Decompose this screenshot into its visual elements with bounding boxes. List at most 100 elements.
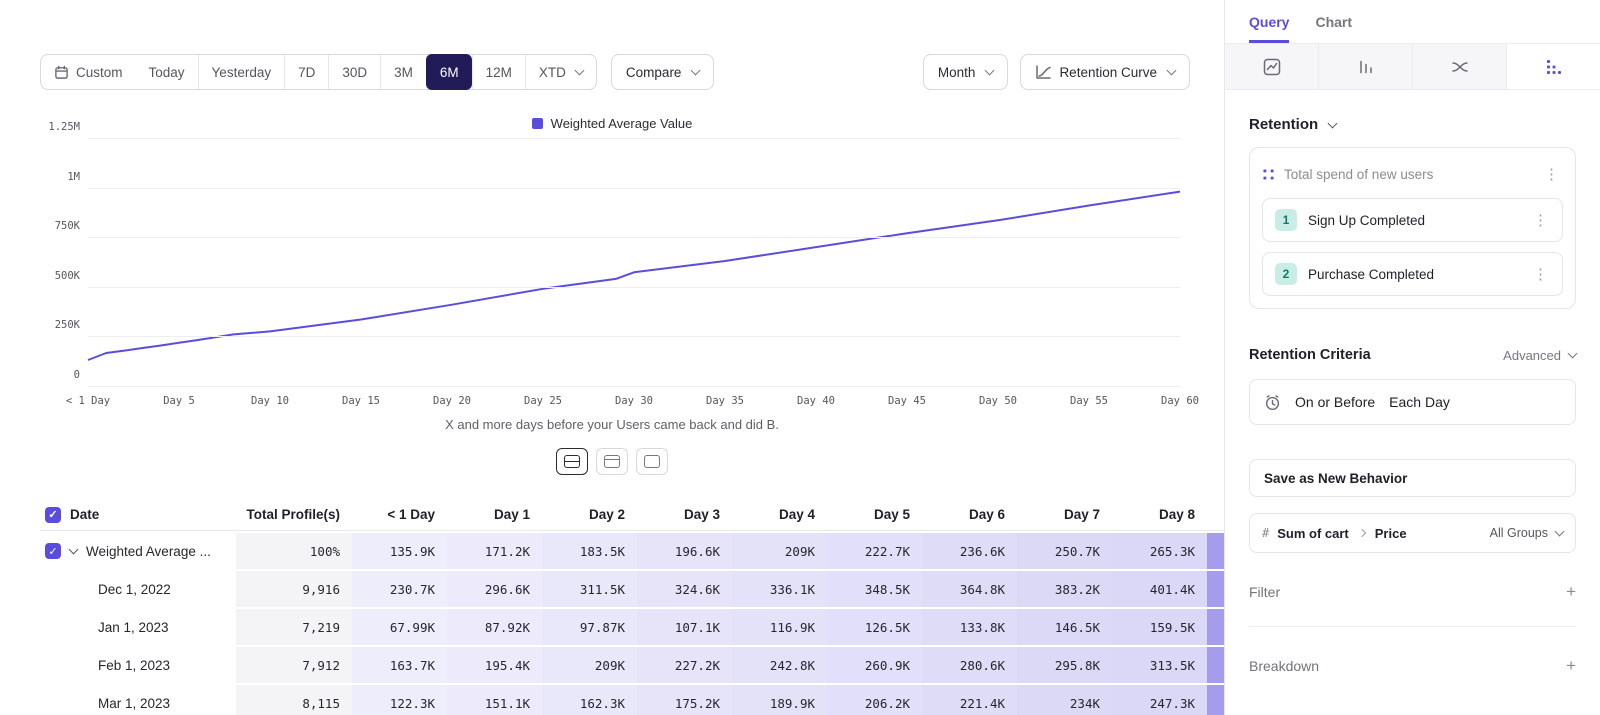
retention-value-cell: 313.5K <box>1112 647 1207 683</box>
funnels-icon <box>1357 58 1375 76</box>
retention-value-cell: 260.9K <box>827 647 922 683</box>
range-xtd[interactable]: XTD <box>525 55 596 89</box>
column-header[interactable]: Day 1 <box>447 499 542 531</box>
chevron-down-icon <box>1555 527 1565 537</box>
total-profiles-cell: 8,115 <box>236 685 352 715</box>
range-7d[interactable]: 7D <box>284 55 328 89</box>
retention-value-cell: 162.3K <box>542 685 637 715</box>
split-view-button[interactable] <box>556 448 588 475</box>
insights-icon <box>1263 58 1281 76</box>
save-as-new-behavior-button[interactable]: Save as New Behavior <box>1249 459 1576 497</box>
range-12m[interactable]: 12M <box>472 55 525 89</box>
calendar-icon <box>54 65 69 80</box>
column-header[interactable]: < 1 Day <box>352 499 447 531</box>
compare-button[interactable]: Compare <box>611 54 715 90</box>
retention-value-cell: 97.87K <box>542 609 637 645</box>
column-header[interactable]: Day 5 <box>827 499 922 531</box>
chart-legend: Weighted Average Value <box>0 116 1224 131</box>
behavior-step[interactable]: 1Sign Up Completed⋮ <box>1262 198 1563 242</box>
chart-view-dropdown[interactable]: Retention Curve <box>1020 54 1190 90</box>
chart-plot-area: 0250K500K750K1M1.25M <box>88 139 1180 387</box>
retention-criteria-row: On or Before Each Day <box>1249 379 1576 425</box>
retention-value-cell: 250.7K <box>1017 533 1112 569</box>
chevron-down-icon <box>985 66 995 76</box>
table-only-view-button[interactable] <box>636 448 668 475</box>
filter-label: Filter <box>1249 584 1280 600</box>
funnels-report-tab[interactable] <box>1319 44 1413 89</box>
retention-value-cell: 159.5K <box>1112 609 1207 645</box>
retention-value-cell: 67.99K <box>352 609 447 645</box>
range-today[interactable]: Today <box>136 55 198 89</box>
gridline <box>88 287 1180 288</box>
retention-criteria-title: Retention Criteria <box>1249 347 1371 363</box>
kebab-menu-icon[interactable]: ⋮ <box>1529 265 1552 284</box>
row-label: Dec 1, 2022 <box>40 582 171 597</box>
criteria-mode-dropdown[interactable]: Advanced <box>1503 348 1576 363</box>
behavior-step[interactable]: 2Purchase Completed⋮ <box>1262 252 1563 296</box>
retention-curve-icon <box>1035 65 1051 80</box>
x-axis-label: Day 55 <box>1070 395 1108 407</box>
tab-query[interactable]: Query <box>1249 0 1289 43</box>
gridline <box>88 386 1180 387</box>
measure-event[interactable]: Sum of cart <box>1277 526 1349 541</box>
retention-section-header[interactable]: Retention <box>1225 90 1600 133</box>
y-axis-label: 1M <box>34 171 80 183</box>
retention-value-cell: 336.1K <box>732 571 827 607</box>
overflow-value-cell <box>1207 533 1224 569</box>
retention-value-cell: 311.5K <box>542 571 637 607</box>
range-30d[interactable]: 30D <box>328 55 380 89</box>
flows-report-tab[interactable] <box>1413 44 1507 89</box>
step-label: Sign Up Completed <box>1308 213 1518 228</box>
insights-report-tab[interactable] <box>1225 44 1319 89</box>
chart-controls: Month Retention Curve <box>923 54 1190 90</box>
column-header[interactable]: Day 3 <box>637 499 732 531</box>
retention-value-cell: 236.6K <box>922 533 1017 569</box>
retention-value-cell: 247.3K <box>1112 685 1207 715</box>
overflow-value-cell <box>1207 609 1224 645</box>
range-6m[interactable]: 6M <box>426 54 472 90</box>
retention-criteria-header: Retention Criteria Advanced <box>1249 347 1576 363</box>
retention-value-cell: 234K <box>1017 685 1112 715</box>
chart-over-table-view-button[interactable] <box>596 448 628 475</box>
add-breakdown-button[interactable]: + <box>1566 657 1576 674</box>
custom-range-button[interactable]: Custom <box>41 55 136 89</box>
select-all-checkbox[interactable]: ✓ <box>45 507 61 523</box>
column-header[interactable]: Total Profile(s) <box>236 499 352 531</box>
measurement-row: # Sum of cart Price All Groups <box>1249 513 1576 553</box>
retention-value-cell: 364.8K <box>922 571 1017 607</box>
overflow-value-cell <box>1207 571 1224 607</box>
total-profiles-cell: 7,912 <box>236 647 352 683</box>
behavior-card: Total spend of new users ⋮ 1Sign Up Comp… <box>1249 147 1576 309</box>
retention-value-cell: 122.3K <box>352 685 447 715</box>
column-header[interactable]: Day 4 <box>732 499 827 531</box>
criteria-frequency-dropdown[interactable]: Each Day <box>1389 394 1450 410</box>
tab-chart[interactable]: Chart <box>1315 0 1352 43</box>
range-3m[interactable]: 3M <box>380 55 426 89</box>
all-groups-dropdown[interactable]: All Groups <box>1490 526 1563 540</box>
row-checkbox[interactable]: ✓ <box>45 543 61 559</box>
retention-value-cell: 280.6K <box>922 647 1017 683</box>
total-profiles-cell: 9,916 <box>236 571 352 607</box>
measure-property[interactable]: Price <box>1375 526 1407 541</box>
behavior-title: Total spend of new users <box>1284 167 1531 182</box>
gridline <box>88 188 1180 189</box>
kebab-menu-icon[interactable]: ⋮ <box>1540 165 1563 184</box>
total-profiles-cell: 7,219 <box>236 609 352 645</box>
granularity-dropdown[interactable]: Month <box>923 54 1009 90</box>
range-yesterday[interactable]: Yesterday <box>198 55 285 89</box>
retention-report-tab[interactable] <box>1507 44 1600 89</box>
expand-row-chevron-icon[interactable] <box>69 545 79 555</box>
column-header[interactable]: Day 6 <box>922 499 1017 531</box>
criteria-condition-dropdown[interactable]: On or Before <box>1295 394 1375 410</box>
y-axis-label: 1.25M <box>34 121 80 133</box>
column-header[interactable]: Day 2 <box>542 499 637 531</box>
layout-toggle-group <box>0 448 1224 475</box>
retention-value-cell: 383.2K <box>1017 571 1112 607</box>
add-filter-button[interactable]: + <box>1566 583 1576 600</box>
table-header-row: ✓ Date Total Profile(s)< 1 DayDay 1Day 2… <box>40 499 1224 531</box>
column-header[interactable]: Day 8 <box>1112 499 1207 531</box>
table-row: Mar 1, 20238,115122.3K151.1K162.3K175.2K… <box>40 685 1224 715</box>
column-header[interactable]: Day 7 <box>1017 499 1112 531</box>
row-label: Feb 1, 2023 <box>40 658 170 673</box>
kebab-menu-icon[interactable]: ⋮ <box>1529 211 1552 230</box>
